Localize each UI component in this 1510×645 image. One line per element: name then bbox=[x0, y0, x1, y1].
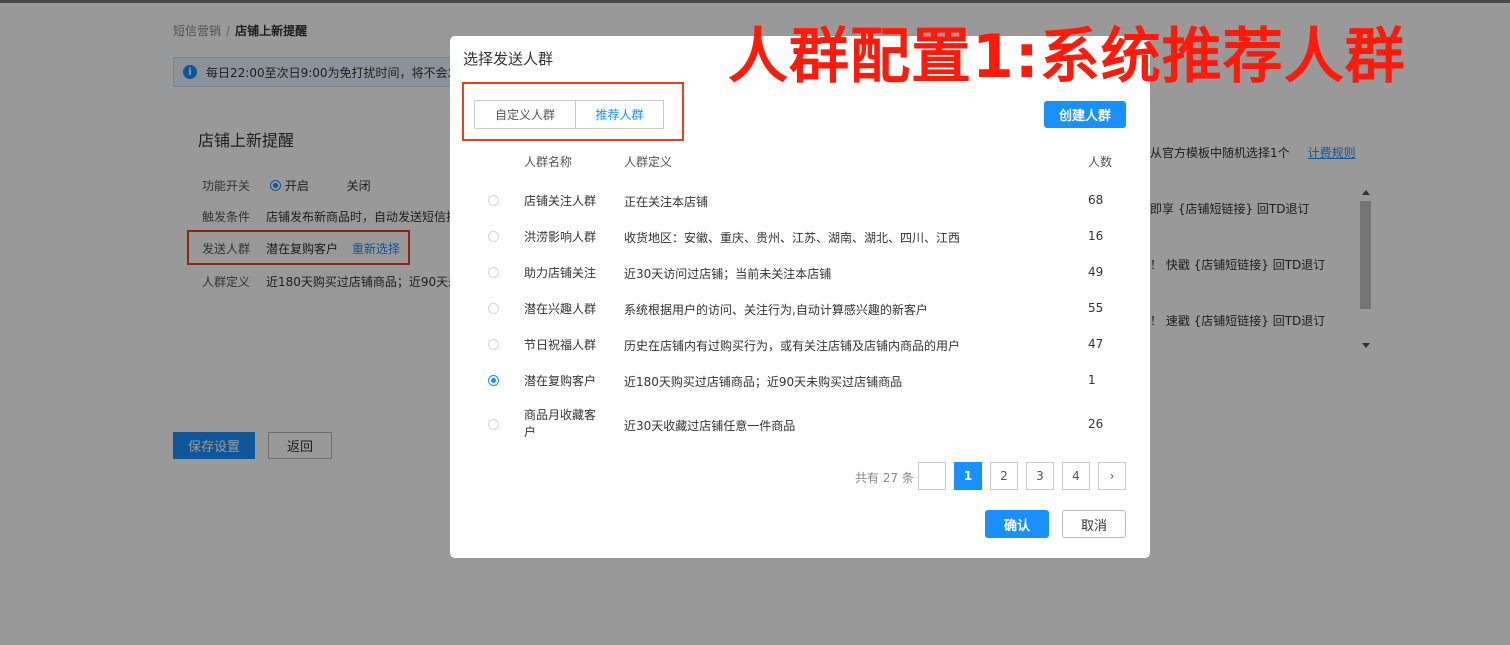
page-1-button[interactable]: 1 bbox=[954, 462, 982, 490]
row-radio-checked[interactable] bbox=[488, 375, 499, 386]
row-name: 店铺关注人群 bbox=[524, 194, 597, 208]
row-name: 潜在复购客户 bbox=[524, 374, 597, 388]
row-name: 助力店铺关注 bbox=[524, 266, 597, 280]
column-count: 人数 bbox=[1088, 155, 1113, 169]
row-count: 49 bbox=[1088, 265, 1104, 279]
cancel-button[interactable]: 取消 bbox=[1062, 510, 1126, 538]
row-definition: 收货地区：安徽、重庆、贵州、江苏、湖南、湖北、四川、江西 bbox=[624, 231, 961, 245]
page-3-button[interactable]: 3 bbox=[1026, 462, 1054, 490]
row-name: 节日祝福人群 bbox=[524, 338, 597, 352]
row-count: 55 bbox=[1088, 301, 1104, 315]
row-definition: 历史在店铺内有过购买行为，或有关注店铺及店铺内商品的用户 bbox=[624, 339, 961, 353]
row-radio[interactable] bbox=[488, 339, 499, 350]
prev-page-button[interactable] bbox=[918, 462, 946, 490]
row-definition: 系统根据用户的访问、关注行为,自动计算感兴趣的新客户 bbox=[624, 303, 928, 317]
row-count: 26 bbox=[1088, 417, 1104, 431]
row-name: 洪涝影响人群 bbox=[524, 230, 597, 244]
row-radio[interactable] bbox=[488, 419, 499, 430]
annotation-caption: 人群配置1:系统推荐人群 bbox=[728, 22, 1406, 92]
row-radio[interactable] bbox=[488, 267, 499, 278]
confirm-button[interactable]: 确认 bbox=[985, 510, 1049, 538]
table-header: 人群名称 人群定义 人数 bbox=[450, 153, 1150, 173]
pagination: 共有 27 条 1 2 3 4 › bbox=[450, 462, 1150, 490]
row-definition: 正在关注本店铺 bbox=[624, 195, 709, 209]
column-name: 人群名称 bbox=[524, 155, 573, 169]
row-count: 1 bbox=[1088, 373, 1096, 387]
row-count: 47 bbox=[1088, 337, 1104, 351]
audience-tabs: 自定义人群 推荐人群 bbox=[474, 100, 664, 129]
page-2-button[interactable]: 2 bbox=[990, 462, 1018, 490]
row-radio[interactable] bbox=[488, 231, 499, 242]
row-count: 68 bbox=[1088, 193, 1104, 207]
pagination-total: 共有 27 条 bbox=[855, 471, 914, 485]
create-audience-button[interactable]: 创建人群 bbox=[1044, 101, 1126, 128]
row-definition: 近30天访问过店铺；当前未关注本店铺 bbox=[624, 267, 832, 281]
row-name: 潜在兴趣人群 bbox=[524, 302, 597, 316]
row-definition: 近180天购买过店铺商品；近90天未购买过店铺商品 bbox=[624, 375, 903, 389]
column-definition: 人群定义 bbox=[624, 155, 673, 169]
row-radio[interactable] bbox=[488, 303, 499, 314]
modal-title: 选择发送人群 bbox=[463, 50, 554, 68]
row-definition: 近30天收藏过店铺任意一件商品 bbox=[624, 419, 796, 433]
row-name: 商品月收藏客户 bbox=[524, 408, 597, 439]
next-page-button[interactable]: › bbox=[1098, 462, 1126, 490]
row-radio[interactable] bbox=[488, 195, 499, 206]
page-4-button[interactable]: 4 bbox=[1062, 462, 1090, 490]
tab-custom-audience[interactable]: 自定义人群 bbox=[474, 100, 576, 129]
tab-recommended-audience[interactable]: 推荐人群 bbox=[576, 100, 664, 129]
row-count: 16 bbox=[1088, 229, 1104, 243]
select-audience-modal: 选择发送人群 自定义人群 推荐人群 创建人群 人群名称 人群定义 人数 店铺关注… bbox=[450, 36, 1150, 558]
